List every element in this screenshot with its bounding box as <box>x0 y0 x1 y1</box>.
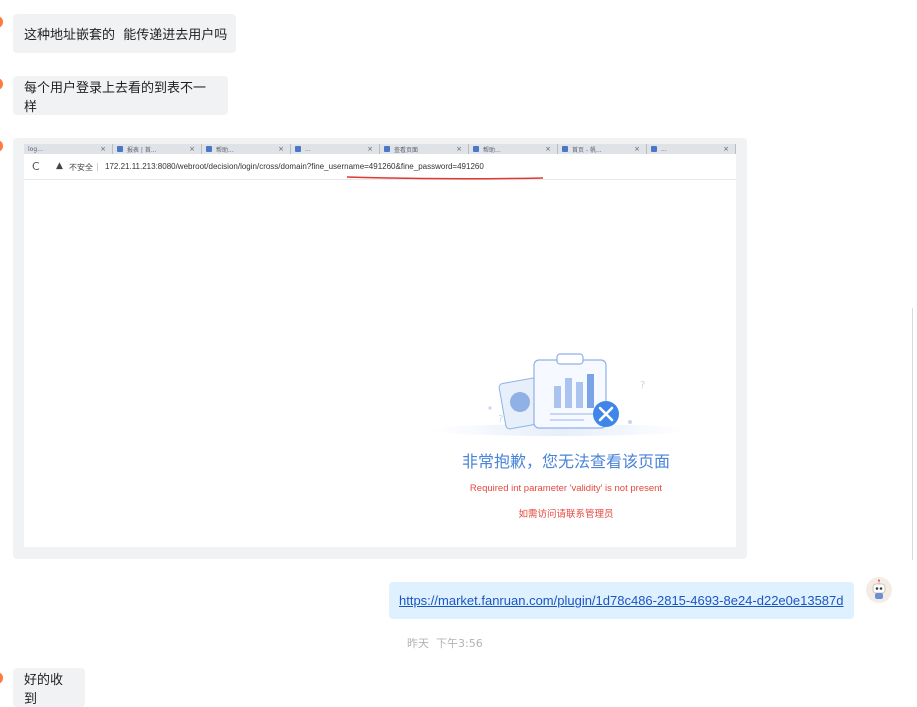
tab-favicon-icon <box>206 146 212 152</box>
scrollbar[interactable] <box>912 308 917 560</box>
svg-text:?: ? <box>498 414 503 425</box>
reload-icon: C <box>32 160 40 173</box>
svg-text:?: ? <box>640 380 645 391</box>
browser-tab: 报表 | 首... × <box>113 144 202 154</box>
tab-favicon-icon <box>117 146 123 152</box>
error-title: 非常抱歉，您无法查看该页面 <box>461 452 670 471</box>
browser-tab: 首页 - 帆... × <box>558 144 647 154</box>
sender-avatar[interactable] <box>0 140 3 152</box>
message-text: 每个用户登录上去看的到表不一样 <box>24 80 207 115</box>
browser-tab: ... × <box>291 144 380 154</box>
browser-tab: 帮助... × <box>202 144 291 154</box>
tab-favicon-icon <box>562 146 568 152</box>
image-message[interactable]: log... × 报表 | 首... × 帮助... × ... × 查看页面 × 帮助.… <box>13 138 747 559</box>
browser-tab: ... × <box>647 144 736 154</box>
tab-favicon-icon <box>295 146 301 152</box>
robot-avatar-icon[interactable] <box>866 577 892 603</box>
sender-avatar[interactable] <box>0 78 3 90</box>
message-bubble[interactable]: 好的收到 <box>13 668 85 707</box>
message-bubble[interactable]: 每个用户登录上去看的到表不一样 <box>13 76 228 115</box>
message-timestamp: 昨天 下午3:56 <box>407 637 483 650</box>
tab-favicon-icon <box>651 146 657 152</box>
address-url: 172.21.11.213:8080/webroot/decision/logi… <box>105 162 484 171</box>
separator: | <box>96 162 99 171</box>
browser-tab: 帮助... × <box>469 144 558 154</box>
message-text: 好的收到 <box>24 672 64 707</box>
insecure-label: 不安全 <box>69 163 93 172</box>
message-bubble[interactable]: 这种地址嵌套的 能传递进去用户吗 <box>13 14 236 53</box>
red-underline-annotation <box>346 176 544 180</box>
sender-avatar[interactable] <box>0 672 3 684</box>
error-contact-note: 如需访问请联系管理员 <box>518 509 614 520</box>
browser-tab-bar: log... × 报表 | 首... × 帮助... × ... × 查看页面 × 帮助.… <box>24 144 736 154</box>
sender-avatar[interactable] <box>0 16 3 28</box>
message-text: 这种地址嵌套的 能传递进去用户吗 <box>24 28 228 43</box>
no-access-illustration: ? ? <box>429 353 689 436</box>
tab-favicon-icon <box>473 146 479 152</box>
browser-tab: log... × <box>24 144 113 154</box>
plugin-link[interactable]: https://market.fanruan.com/plugin/1d78c4… <box>399 593 844 608</box>
browser-tab: 查看页面 × <box>380 144 469 154</box>
warning-icon: ▲ <box>56 161 63 171</box>
error-detail: Required int parameter 'validity' is not… <box>469 483 663 494</box>
tab-favicon-icon <box>384 146 390 152</box>
embedded-browser-screenshot[interactable]: log... × 报表 | 首... × 帮助... × ... × 查看页面 × 帮助.… <box>24 144 736 547</box>
link-message-bubble[interactable]: https://market.fanruan.com/plugin/1d78c4… <box>389 582 854 619</box>
browser-address-bar: C ▲ 不安全 | 172.21.11.213:8080/webroot/dec… <box>24 154 736 180</box>
